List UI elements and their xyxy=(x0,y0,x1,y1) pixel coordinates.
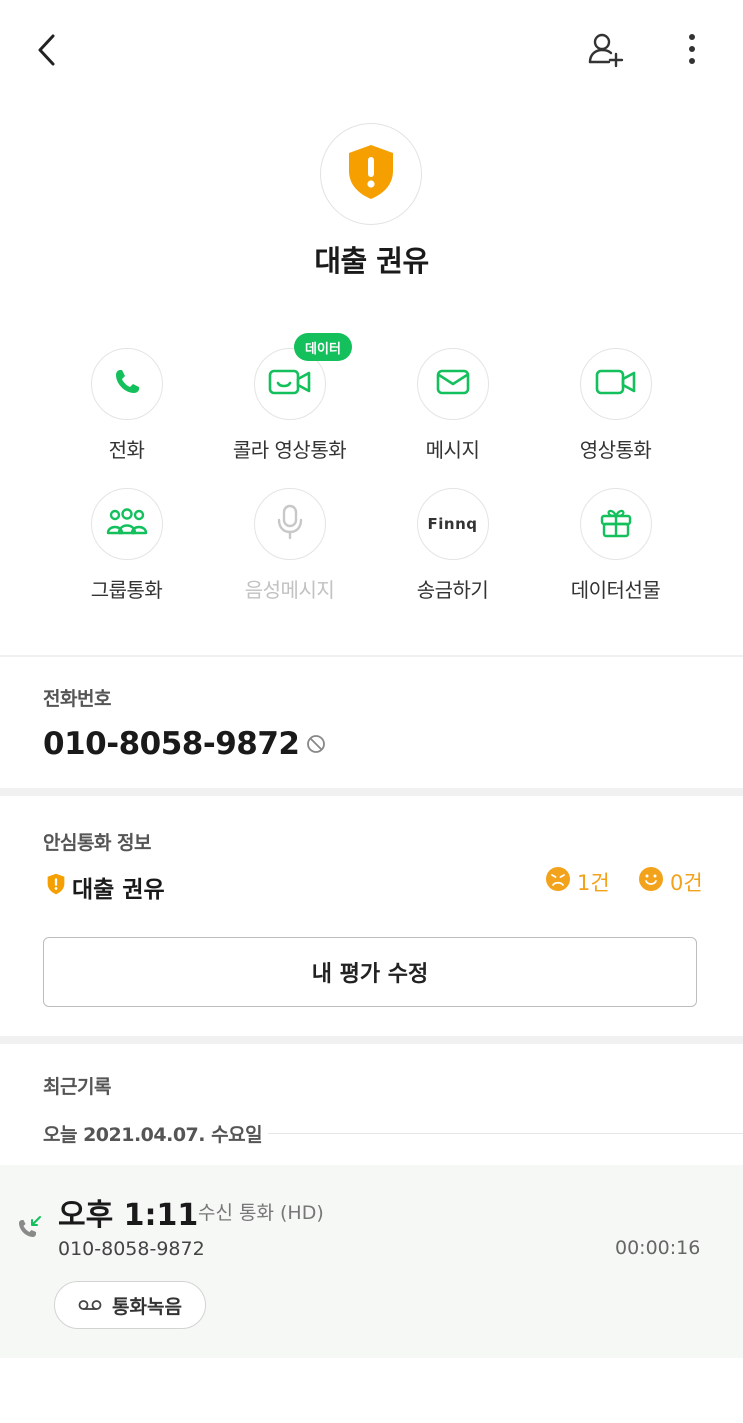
microphone-icon xyxy=(276,504,304,544)
bad-rating-count: 1건 xyxy=(577,870,610,895)
phone-section-title: 전화번호 xyxy=(43,688,111,710)
section-divider xyxy=(0,1036,743,1044)
call-recording-label: 통화녹음 xyxy=(112,1295,182,1318)
video-call-action[interactable]: 영상통화 xyxy=(534,348,697,463)
warning-shield-small-icon xyxy=(46,873,66,901)
date-text: 오늘 2021.04.07. 수요일 xyxy=(43,1124,263,1146)
angry-face-icon xyxy=(545,866,571,897)
data-gift-label: 데이터선물 xyxy=(570,578,661,602)
incoming-call-icon xyxy=(17,1214,43,1244)
video-call-button[interactable] xyxy=(579,348,652,420)
good-rating-count: 0건 xyxy=(670,870,703,895)
call-number: 010-8058-9872 xyxy=(58,1238,205,1260)
call-recording-button[interactable]: 통화녹음 xyxy=(54,1281,206,1329)
warning-shield-icon xyxy=(345,143,397,205)
send-money-label: 송금하기 xyxy=(416,578,489,602)
send-money-button[interactable]: Finnq xyxy=(416,488,489,560)
more-button[interactable] xyxy=(672,28,712,74)
call-button[interactable] xyxy=(90,348,163,420)
finnq-logo-icon: Finnq xyxy=(427,515,478,533)
phone-icon xyxy=(111,366,143,402)
block-icon[interactable] xyxy=(306,726,326,762)
safe-call-title: 안심통화 정보 xyxy=(43,832,152,854)
gift-icon xyxy=(599,505,633,543)
recent-title: 최근기록 xyxy=(43,1076,111,1098)
mail-icon xyxy=(436,368,470,400)
safe-call-category: 대출 권유 xyxy=(46,870,165,904)
voicemail-icon xyxy=(78,1294,102,1316)
add-contact-button[interactable] xyxy=(582,28,628,74)
video-chat-icon xyxy=(268,367,312,401)
video-camera-icon xyxy=(595,368,637,400)
message-label: 메시지 xyxy=(425,438,480,462)
voice-message-action[interactable]: 음성메시지 xyxy=(208,488,371,603)
chevron-left-icon xyxy=(35,33,57,71)
more-vertical-icon xyxy=(688,32,696,70)
date-header: 오늘 2021.04.07. 수요일 xyxy=(43,1120,263,1147)
smile-face-icon xyxy=(638,866,664,897)
group-call-label: 그룹통화 xyxy=(90,578,163,602)
call-action[interactable]: 전화 xyxy=(45,348,208,463)
data-gift-action[interactable]: 데이터선물 xyxy=(534,488,697,603)
contact-name: 대출 권유 xyxy=(314,244,429,278)
section-divider xyxy=(0,655,743,657)
send-money-action[interactable]: Finnq 송금하기 xyxy=(371,488,534,603)
back-button[interactable] xyxy=(28,30,64,74)
voice-message-button[interactable] xyxy=(253,488,326,560)
message-button[interactable] xyxy=(416,348,489,420)
call-type: 수신 통화 (HD) xyxy=(198,1202,324,1224)
edit-rating-button[interactable]: 내 평가 수정 xyxy=(43,937,697,1007)
good-rating: 0건 xyxy=(638,866,703,897)
kola-video-call-action[interactable]: 콜라 영상통화 xyxy=(208,348,371,463)
date-divider xyxy=(268,1133,743,1134)
bad-rating: 1건 xyxy=(545,866,610,897)
group-icon xyxy=(106,507,148,541)
contact-avatar xyxy=(320,123,422,225)
voice-message-label: 음성메시지 xyxy=(244,578,335,602)
kola-video-call-label: 콜라 영상통화 xyxy=(232,438,347,462)
call-duration: 00:00:16 xyxy=(615,1237,701,1259)
data-gift-button[interactable] xyxy=(579,488,652,560)
section-divider xyxy=(0,788,743,796)
call-label: 전화 xyxy=(108,438,145,462)
phone-number[interactable]: 010-8058-9872 xyxy=(43,726,326,762)
data-badge: 데이터 xyxy=(294,333,352,361)
group-call-button[interactable] xyxy=(90,488,163,560)
phone-number-text: 010-8058-9872 xyxy=(43,726,300,762)
group-call-action[interactable]: 그룹통화 xyxy=(45,488,208,603)
add-contact-icon xyxy=(585,29,625,73)
call-time: 오후 1:11 xyxy=(58,1198,199,1233)
safe-call-category-text: 대출 권유 xyxy=(72,877,165,903)
message-action[interactable]: 메시지 xyxy=(371,348,534,463)
video-call-label: 영상통화 xyxy=(579,438,652,462)
